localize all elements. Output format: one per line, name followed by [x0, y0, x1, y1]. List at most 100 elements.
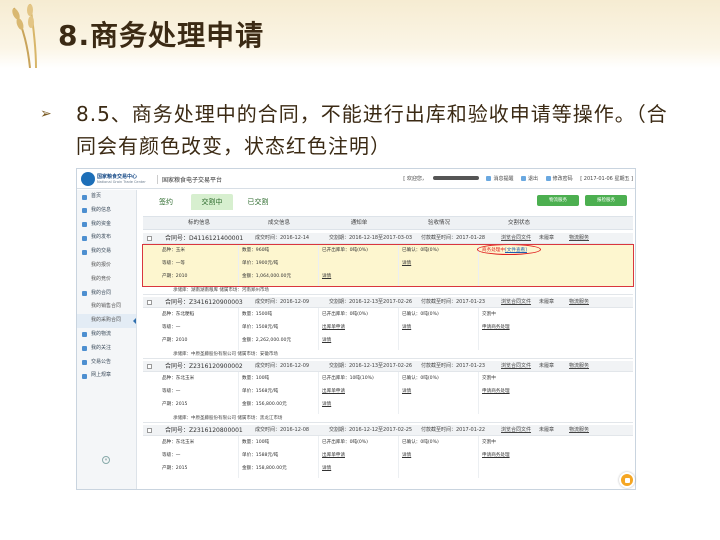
sidebar-item-label: 网上规章	[91, 372, 112, 379]
payment-deadline: 付款截至时间：2017-01-28	[421, 235, 486, 241]
sidebar-item-label: 我的物流	[91, 330, 112, 337]
sidebar-item[interactable]: 我的物流	[77, 328, 136, 342]
sidebar-item[interactable]: 我的报价	[77, 259, 136, 273]
lock-icon	[545, 176, 551, 181]
sidebar-item[interactable]: 我的信息	[77, 204, 136, 218]
status-text: 交割中	[482, 440, 496, 445]
notice-detail-link[interactable]: 详情	[322, 401, 331, 407]
deal-price: 单价：1508元/吨	[242, 325, 279, 330]
deal-price: 单价：1568元/吨	[242, 389, 279, 394]
order-header: 合同号：Z2316120900002 成交时间：2016-12-09 交割期：201…	[143, 361, 633, 372]
sidebar-item[interactable]: 首页	[77, 190, 136, 204]
deal-quantity: 数量：100吨	[242, 440, 270, 445]
item-grade: 等级：一	[162, 325, 181, 330]
sidebar-item[interactable]: 交易公告	[77, 356, 136, 370]
apply-business-link[interactable]: 申请商务处理	[482, 452, 510, 458]
sidebar-item[interactable]: 我的竞价	[77, 273, 136, 287]
order-body: 品种：东北玉米 等级：一 产期：2015 数量：100吨 单价：1588元/吨 金额：15…	[143, 436, 633, 478]
logout-link[interactable]: 退出	[521, 176, 538, 182]
subject-cell: 品种：玉米 等级：一等 产期：2010	[159, 244, 239, 286]
order-block: 合同号：Z2316120900002 成交时间：2016-12-09 交割期：201…	[143, 361, 633, 425]
deal-cell: 数量：100吨 单价：1568元/吨 金额：156,800.00元	[239, 372, 319, 414]
item-name: 品种：东北粳稻	[162, 312, 195, 317]
menu-icon	[82, 235, 87, 241]
logistics-link[interactable]: 物流服务	[569, 297, 589, 308]
sidebar-item-label: 首页	[91, 193, 102, 199]
notice-cell: 已开出库单：10吨(10%) 出库单申请 详情	[319, 372, 399, 414]
view-contract-link[interactable]: 浏览合同文件	[501, 297, 531, 308]
outbound-apply-link[interactable]: 出库单申请	[322, 452, 345, 458]
notice-detail-link[interactable]: 详情	[322, 465, 331, 471]
sidebar-item[interactable]: 网上规章	[77, 369, 136, 383]
tab-sign[interactable]: 签约	[145, 194, 187, 210]
col-notice: 通知单	[350, 220, 368, 226]
deal-cell: 数量：1500吨 单价：1508元/吨 金额：2,262,000.00元	[239, 308, 319, 350]
sidebar-list: 首页我的信息 我的资金 我的发布 我的交易 我的报价我的竞价我的合同我的销售合同我的采购…	[77, 190, 136, 383]
sidebar-item[interactable]: 我的资金	[77, 218, 136, 232]
order-checkbox[interactable]	[147, 236, 152, 241]
acceptance-detail-link[interactable]: 详情	[402, 388, 411, 394]
apply-business-link[interactable]: 申请商务处理	[482, 324, 510, 330]
app-screenshot: 国家粮食交易中心 National Grain Trade Center 国家粮…	[76, 168, 636, 490]
sidebar-item[interactable]: 我的关注	[77, 342, 136, 356]
site-name: 国家粮食电子交易平台	[157, 175, 222, 184]
order-footer: 承储库：中原圣藤股份有限公司 储属市场：黑龙江市场	[143, 414, 633, 423]
status-cell: 交割中 申请商务处理	[479, 436, 559, 478]
sidebar-item-label: 我的竞价	[91, 275, 112, 282]
order-body: 品种：玉米 等级：一等 产期：2010 数量：960吨 单价：1900元/吨 金额：1,0…	[143, 244, 633, 286]
delivery-period: 交割期：2016-12-13至2017-02-26	[329, 299, 413, 305]
sign-status: 未履章	[539, 363, 555, 369]
view-contract-link[interactable]: 浏览合同文件	[501, 233, 531, 244]
sidebar: 首页我的信息 我的资金 我的发布 我的交易 我的报价我的竞价我的合同我的销售合同我的采购…	[77, 190, 137, 489]
col-acceptance: 验收情况	[427, 220, 450, 226]
tab-delivering[interactable]: 交割中	[191, 194, 233, 210]
sidebar-item[interactable]: 我的发布	[77, 231, 136, 245]
sidebar-item-label: 我的销售合同	[91, 303, 122, 310]
current-date: [ 2017-01-06 星期五 ]	[580, 176, 633, 182]
menu-icon	[82, 332, 87, 338]
view-contract-link[interactable]: 浏览合同文件	[501, 425, 531, 436]
deal-amount: 金额：1,064,000.00元	[242, 274, 292, 279]
outbound-ratio: 已开出库单：0吨(0%)	[322, 312, 368, 317]
tab-delivered[interactable]: 已交割	[237, 194, 279, 210]
chat-float-button[interactable]	[619, 472, 635, 488]
logistics-link[interactable]: 物流服务	[569, 425, 589, 436]
bullet-arrow-icon: ➢	[40, 106, 52, 122]
messages-link[interactable]: 消息提醒	[486, 176, 513, 182]
acceptance-detail-link[interactable]: 详情	[402, 260, 411, 266]
notice-detail-link[interactable]: 详情	[322, 273, 331, 279]
site-logo[interactable]: 国家粮食交易中心 National Grain Trade Center	[81, 172, 149, 186]
logistics-service-button[interactable]: 物流服务	[537, 195, 579, 206]
change-password-link[interactable]: 修改密码	[545, 176, 573, 182]
order-checkbox[interactable]	[147, 428, 152, 433]
menu-icon	[82, 208, 87, 214]
sidebar-item[interactable]: 我的合同	[77, 287, 136, 301]
col-deal: 成交信息	[267, 220, 290, 226]
logistics-link[interactable]: 物流服务	[569, 233, 589, 244]
deal-amount: 金额：156,800.00元	[242, 402, 287, 407]
welcome-label: [ 欢迎您，	[403, 176, 427, 182]
acceptance-detail-link[interactable]: 详情	[402, 324, 411, 330]
outbound-apply-link[interactable]: 出库单申请	[322, 324, 345, 330]
change-password-label: 修改密码	[552, 176, 573, 182]
view-contract-link[interactable]: 浏览合同文件	[501, 361, 531, 372]
outbound-apply-link[interactable]: 出库单申请	[322, 388, 345, 394]
order-checkbox[interactable]	[147, 364, 152, 369]
collapse-icon[interactable]: «	[102, 456, 110, 464]
col-delivery-status: 交割状态	[507, 220, 530, 226]
sign-status: 未履章	[539, 427, 555, 433]
logistics-link[interactable]: 物流服务	[569, 361, 589, 372]
sidebar-item[interactable]: 我的交易	[77, 245, 136, 259]
sidebar-item[interactable]: 我的采购合同	[77, 314, 136, 328]
acceptance-detail-link[interactable]: 详情	[402, 452, 411, 458]
accepted-ratio: 已确认：0吨(0%)	[402, 376, 439, 381]
outbound-ratio: 已开出库单：0吨(0%)	[322, 440, 368, 445]
notice-detail-link[interactable]: 详情	[322, 337, 331, 343]
apply-business-link[interactable]: 申请商务处理	[482, 388, 510, 394]
order-checkbox[interactable]	[147, 300, 152, 305]
contract-number: 合同号：Z3416120900003	[165, 299, 243, 306]
subject-cell: 品种：东北玉米 等级：一 产期：2015	[159, 436, 239, 478]
inspection-service-button[interactable]: 报检服务	[585, 195, 627, 206]
payment-deadline: 付款截至时间：2017-01-23	[421, 363, 486, 369]
sidebar-item[interactable]: 我的销售合同	[77, 300, 136, 314]
